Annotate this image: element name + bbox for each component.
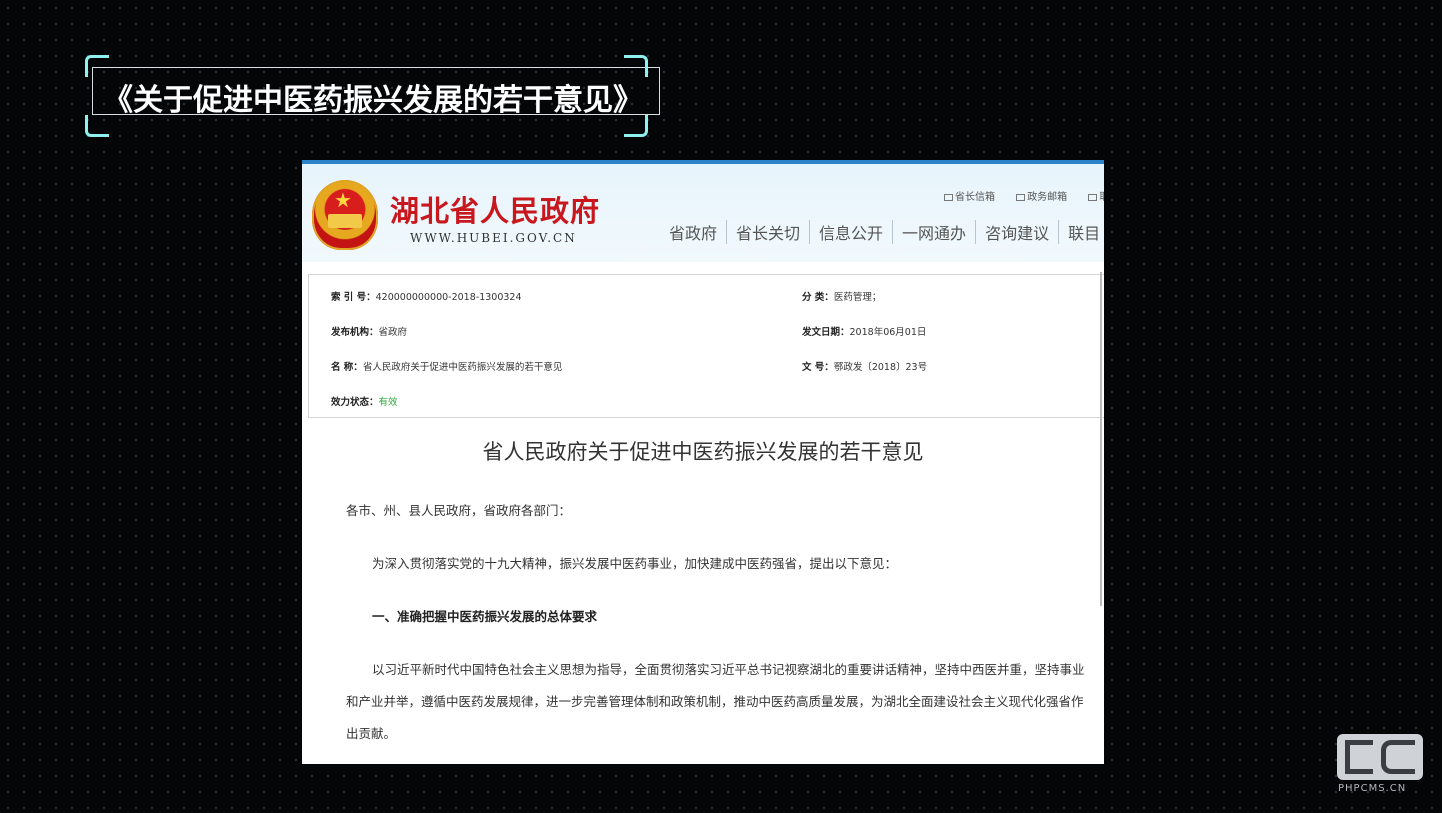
- nav-item-online-services[interactable]: 一网通办: [892, 220, 975, 244]
- site-name[interactable]: 湖北省人民政府: [390, 188, 600, 230]
- top-link-truncated[interactable]: 取: [1088, 188, 1104, 203]
- governor-mailbox-link[interactable]: 省长信箱: [944, 188, 995, 203]
- nav-item-truncated[interactable]: 联目: [1058, 220, 1104, 244]
- site-url[interactable]: WWW.HUBEI.GOV.CN: [410, 231, 577, 245]
- nav-item-provincial-gov[interactable]: 省政府: [660, 220, 726, 244]
- watermark-text: PHPCMS.CN: [1338, 783, 1407, 794]
- website-screenshot: ★ 湖北省人民政府 WWW.HUBEI.GOV.CN 省长信箱 政务邮箱 取 省…: [302, 160, 1104, 764]
- slide-title-frame: 《关于促进中医药振兴发展的若干意见》: [85, 55, 660, 137]
- pc-logo-icon: [1337, 734, 1423, 780]
- meta-doc-number: 文 号：鄂政发〔2018〕23号: [802, 362, 928, 373]
- meta-status: 效力状态：有效: [331, 397, 398, 408]
- star-icon: ★: [334, 188, 352, 212]
- frame-corner-top-left: [85, 55, 109, 77]
- paragraph-line: 和产业并举，遵循中医药发展规律，进一步完善管理体制和政策机制，推动中医药高质量发…: [346, 694, 1084, 709]
- document-salutation: 各市、州、县人民政府，省政府各部门：: [346, 503, 572, 518]
- nav-item-consultation[interactable]: 咨询建议: [975, 220, 1058, 244]
- nav-item-info-disclosure[interactable]: 信息公开: [809, 220, 892, 244]
- top-links: 省长信箱 政务邮箱 取: [944, 188, 1104, 203]
- document-title: 省人民政府关于促进中医药振兴发展的若干意见: [482, 440, 924, 464]
- meta-index: 索 引 号：420000000000-2018-1300324: [331, 292, 522, 303]
- document-intro: 为深入贯彻落实党的十九大精神，振兴发展中医药事业，加快建成中医药强省，提出以下意…: [372, 556, 898, 571]
- frame-corner-top-right: [624, 55, 648, 77]
- meta-date: 发文日期：2018年06月01日: [802, 327, 927, 338]
- document-meta-box: 索 引 号：420000000000-2018-1300324 分 类：医药管理…: [308, 274, 1104, 418]
- meta-name: 名 称：省人民政府关于促进中医药振兴发展的若干意见: [331, 362, 563, 373]
- main-nav: 省政府 省长关切 信息公开 一网通办 咨询建议 联目: [660, 220, 1104, 244]
- nav-item-governor-concerns[interactable]: 省长关切: [726, 220, 809, 244]
- tiananmen-icon: [328, 214, 362, 228]
- paragraph-line: 出贡献。: [346, 726, 397, 741]
- gov-mail-link[interactable]: 政务邮箱: [1016, 188, 1067, 203]
- meta-publisher: 发布机构：省政府: [331, 327, 408, 338]
- paragraph-line: 以习近平新时代中国特色社会主义思想为指导，全面贯彻落实习近平总书记视察湖北的重要…: [372, 662, 1085, 677]
- meta-category: 分 类：医药管理；: [802, 292, 882, 303]
- section-heading: 一、准确把握中医药振兴发展的总体要求: [372, 609, 598, 624]
- logo-letter-c: [1381, 740, 1415, 774]
- site-header: ★ 湖北省人民政府 WWW.HUBEI.GOV.CN 省长信箱 政务邮箱 取 省…: [302, 160, 1104, 262]
- link-icon: [1088, 193, 1098, 201]
- envelope-icon: [1016, 193, 1026, 201]
- slide-title: 《关于促进中医药振兴发展的若干意见》: [103, 83, 643, 118]
- logo-letter-p: [1345, 740, 1373, 774]
- mail-icon: [944, 193, 953, 201]
- national-emblem-icon: ★: [312, 180, 378, 250]
